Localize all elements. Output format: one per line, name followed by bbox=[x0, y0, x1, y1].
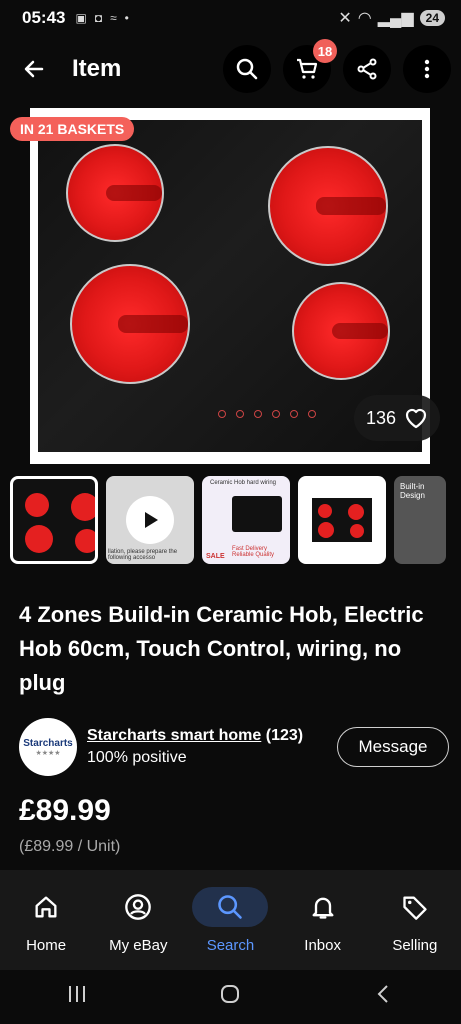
thumbnail-title: Built-in Design bbox=[400, 482, 425, 500]
app-icon: ◘ bbox=[94, 11, 103, 25]
nav-label: My eBay bbox=[109, 936, 168, 954]
cooking-zone bbox=[292, 282, 390, 380]
thumbnail-1[interactable] bbox=[10, 476, 98, 564]
bottom-navigation: Home My eBay Search Inbox Selling bbox=[0, 870, 461, 970]
battery-indicator: 24 bbox=[419, 10, 445, 26]
notification-icons: ▣ ◘ ≈ • bbox=[75, 11, 128, 25]
nav-search[interactable]: Search bbox=[186, 886, 274, 954]
search-icon bbox=[218, 894, 243, 919]
status-bar: 05:43 ▣ ◘ ≈ • ✕ ◠ ▂▄▆ 24 bbox=[0, 0, 461, 36]
chevron-left-icon bbox=[377, 985, 388, 1003]
like-count: 136 bbox=[365, 407, 397, 428]
thumbnail-3[interactable]: Ceramic Hob hard wiring SALE Fast Delive… bbox=[202, 476, 290, 564]
product-title: 4 Zones Build-in Ceramic Hob, Electric H… bbox=[19, 602, 424, 695]
message-button[interactable]: Message bbox=[337, 727, 449, 767]
seller-positive-rating: 100% positive bbox=[87, 749, 187, 766]
back-button[interactable] bbox=[20, 55, 48, 83]
cooking-zone bbox=[70, 264, 190, 384]
more-options-button[interactable] bbox=[403, 45, 451, 93]
share-icon bbox=[357, 58, 377, 80]
search-icon bbox=[236, 58, 258, 80]
dot-icon: • bbox=[124, 11, 129, 25]
play-icon bbox=[145, 512, 158, 528]
nav-my-ebay[interactable]: My eBay bbox=[94, 887, 182, 954]
tag-icon bbox=[403, 896, 427, 920]
page-title: Item bbox=[72, 55, 122, 82]
video-caption: llation, please prepare the following ac… bbox=[108, 549, 178, 561]
sale-badge: SALE bbox=[206, 553, 225, 560]
basket-count-badge: IN 21 BASKETS bbox=[10, 117, 135, 141]
watch-button[interactable]: 136 bbox=[354, 395, 440, 441]
thumbnail-note: Fast Delivery Reliable Quality bbox=[232, 546, 275, 558]
home-button[interactable] bbox=[219, 983, 241, 1011]
thumbnail-5[interactable]: Built-in Design bbox=[394, 476, 446, 564]
thumbnail-title: Ceramic Hob hard wiring bbox=[210, 480, 277, 486]
nav-home[interactable]: Home bbox=[2, 887, 90, 954]
screenshot-icon: ▣ bbox=[75, 11, 87, 25]
top-app-bar: Item 18 bbox=[0, 39, 461, 94]
thumbnail-4[interactable] bbox=[298, 476, 386, 564]
seller-logo[interactable]: Starcharts ★★★★ bbox=[19, 718, 77, 776]
home-icon bbox=[35, 896, 57, 917]
thumbnail-video[interactable]: llation, please prepare the following ac… bbox=[106, 476, 194, 564]
cart-button[interactable]: 18 bbox=[283, 39, 337, 93]
nav-label: Search bbox=[206, 936, 255, 954]
wifi-icon: ◠ bbox=[357, 10, 372, 27]
thumbnail-strip: llation, please prepare the following ac… bbox=[10, 476, 446, 564]
user-icon bbox=[125, 893, 152, 920]
share-button[interactable] bbox=[343, 45, 391, 93]
signal-icon: ≈ bbox=[110, 11, 117, 25]
seller-logo-text: Starcharts bbox=[23, 737, 73, 749]
back-nav-button[interactable] bbox=[373, 983, 395, 1011]
nav-label: Selling bbox=[392, 936, 438, 954]
heart-icon bbox=[405, 408, 427, 429]
unit-price: (£89.99 / Unit) bbox=[19, 838, 121, 855]
cell-signal-icon: ▂▄▆ bbox=[377, 10, 414, 27]
status-time: 05:43 bbox=[22, 8, 66, 27]
system-navigation-bar bbox=[0, 970, 461, 1024]
touch-controls bbox=[218, 410, 316, 418]
bell-icon bbox=[312, 897, 334, 919]
nav-label: Home bbox=[26, 936, 67, 954]
price: £89.99 bbox=[19, 794, 111, 827]
nav-inbox[interactable]: Inbox bbox=[279, 887, 367, 954]
nav-label: Inbox bbox=[304, 936, 341, 954]
more-vertical-icon bbox=[424, 59, 430, 79]
recent-apps-icon bbox=[68, 986, 85, 1002]
seller-feedback-count: (123) bbox=[265, 727, 304, 744]
star-rating-icon: ★★★★ bbox=[35, 749, 61, 757]
cooking-zone bbox=[268, 146, 388, 266]
play-button[interactable] bbox=[126, 496, 174, 544]
arrow-left-icon bbox=[24, 60, 44, 78]
seller-name-link[interactable]: Starcharts smart home bbox=[87, 727, 261, 744]
mute-icon: ✕ bbox=[338, 10, 352, 27]
home-circle-icon bbox=[221, 985, 240, 1003]
system-status-icons: ✕ ◠ ▂▄▆ 24 bbox=[338, 8, 445, 28]
recent-apps-button[interactable] bbox=[66, 984, 88, 1010]
cart-count-badge: 18 bbox=[313, 39, 337, 63]
search-button[interactable] bbox=[223, 45, 271, 93]
seller-row: Starcharts ★★★★ Starcharts smart home (1… bbox=[19, 718, 449, 776]
cooking-zone bbox=[66, 144, 164, 242]
cart-icon bbox=[297, 58, 318, 79]
nav-selling[interactable]: Selling bbox=[371, 887, 459, 954]
